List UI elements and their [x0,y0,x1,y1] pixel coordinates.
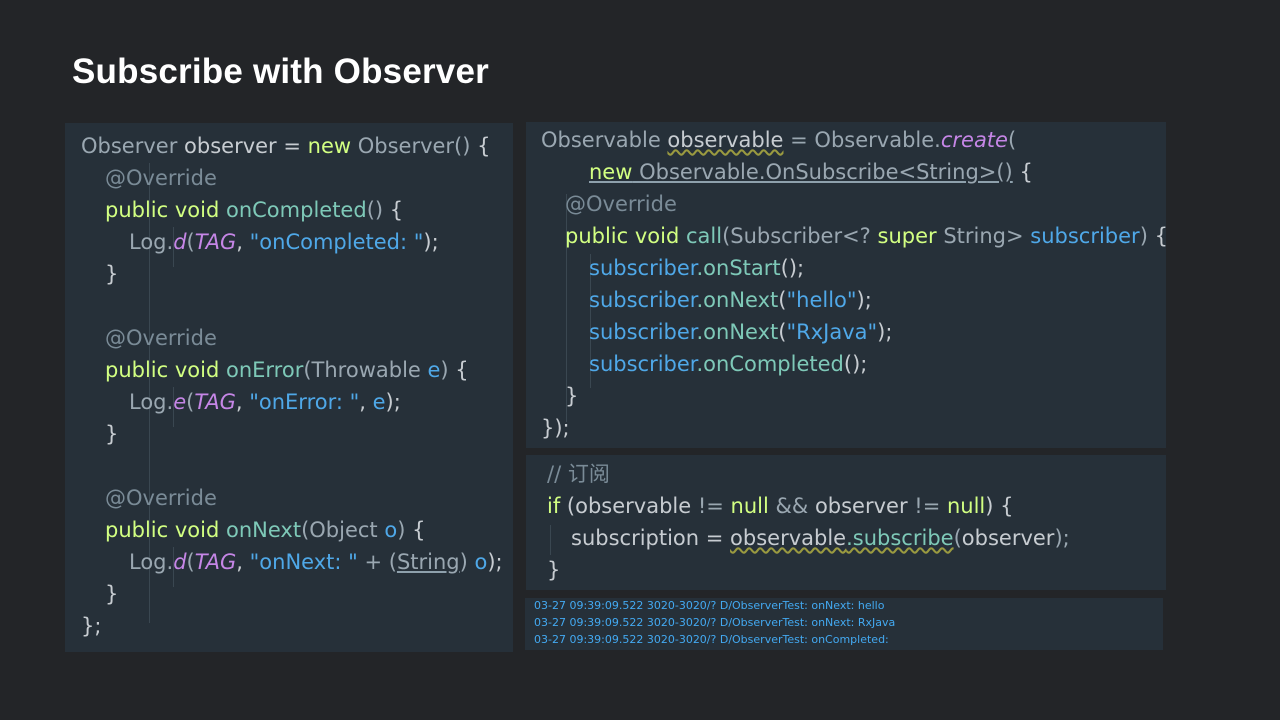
code-line: subscription = observable.subscribe(obse… [571,526,1070,550]
code-line: if (observable != null && observer != nu… [547,494,1014,518]
code-line: } [105,422,119,446]
log-line: 03-27 09:39:09.522 3020-3020/? D/Observe… [534,616,896,629]
observer-code-panel: Observer observer = new Observer() { @Ov… [65,123,513,652]
code-line: } [565,384,579,408]
code-line: Log.d(TAG, "onNext: " + (String) o); [129,550,503,574]
code-line: subscriber.onNext("RxJava"); [589,320,893,344]
code-line: public void onNext(Object o) { [105,518,426,542]
code-line: }); [541,416,570,440]
annotation: @Override [105,486,217,510]
code-line: } [105,582,119,606]
code-line: Log.e(TAG, "onError: ", e); [129,390,401,414]
annotation: @Override [565,192,677,216]
annotation: @Override [105,166,217,190]
code-line: public void onCompleted() { [105,198,404,222]
log-line: 03-27 09:39:09.522 3020-3020/? D/Observe… [534,633,889,646]
code-line: public void call(Subscriber<? super Stri… [565,224,1168,248]
code-line: Log.d(TAG, "onCompleted: "); [129,230,439,254]
annotation: @Override [105,326,217,350]
code-line: }; [81,614,102,638]
code-comment: // 订阅 [547,462,610,486]
code-line: new Observable.OnSubscribe<String>() { [589,160,1033,184]
log-line: 03-27 09:39:09.522 3020-3020/? D/Observe… [534,599,885,612]
code-line: Observer observer = new Observer() { [81,134,491,158]
code-line: public void onError(Throwable e) { [105,358,469,382]
code-line: subscriber.onCompleted(); [589,352,868,376]
slide-title: Subscribe with Observer [72,52,489,91]
observable-code-panel: Observable observable = Observable.creat… [526,122,1168,448]
subscribe-code-panel: // 订阅 if (observable != null && observer… [526,455,1166,590]
code-line: Observable observable = Observable.creat… [541,128,1017,152]
code-line: subscriber.onNext("hello"); [589,288,872,312]
logcat-output-panel: 03-27 09:39:09.522 3020-3020/? D/Observe… [525,598,1163,650]
code-line: } [105,262,119,286]
code-line: } [547,558,561,582]
code-line: subscriber.onStart(); [589,256,805,280]
